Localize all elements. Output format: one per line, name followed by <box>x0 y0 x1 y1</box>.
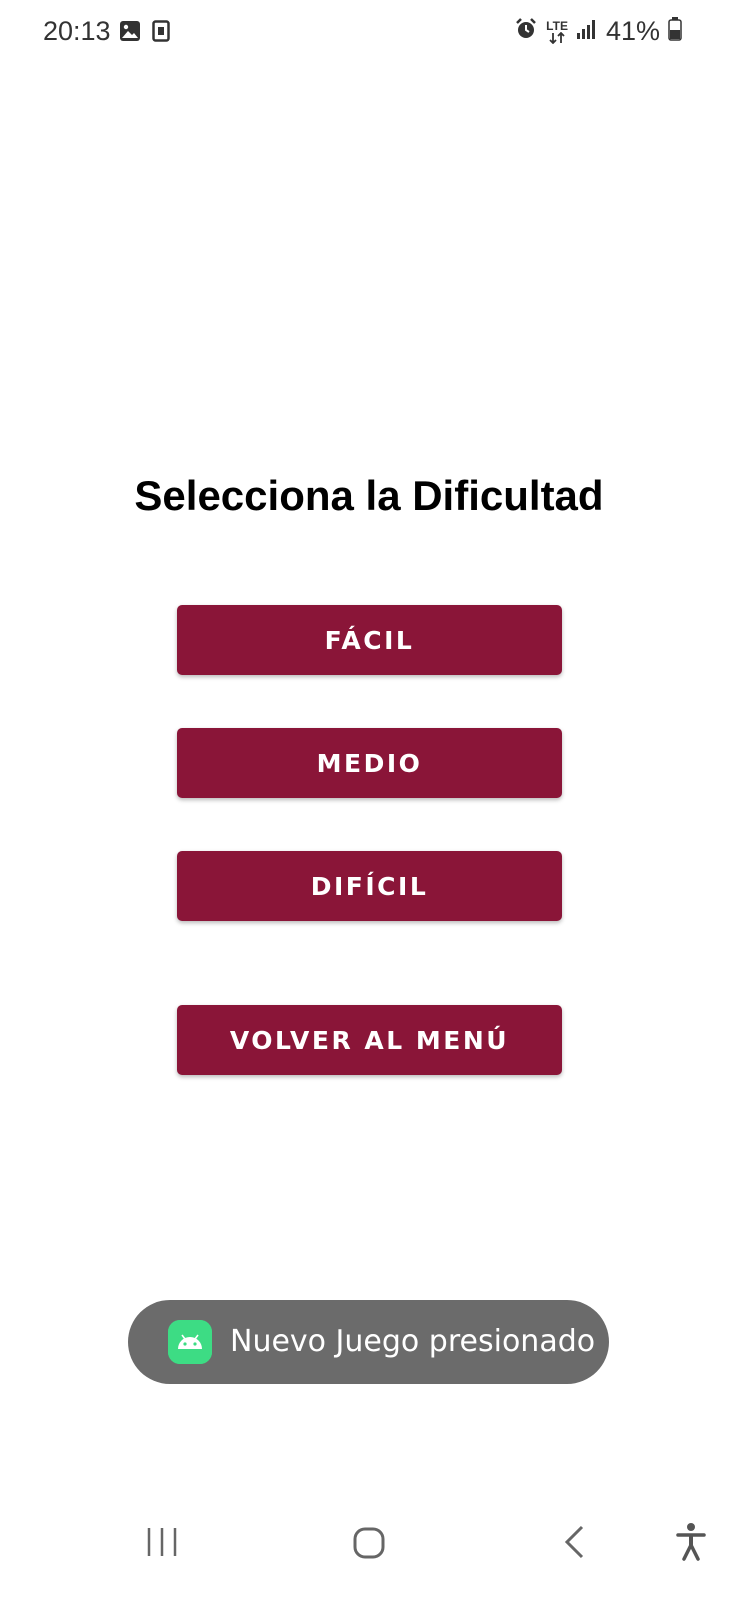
gallery-icon <box>119 20 141 47</box>
battery-icon <box>668 17 682 46</box>
medium-button[interactable]: MEDIO <box>177 728 562 798</box>
signal-icon <box>576 18 598 45</box>
recents-icon[interactable] <box>145 1526 179 1563</box>
screen-title: Selecciona la Dificultad <box>134 472 604 519</box>
back-icon[interactable] <box>562 1524 586 1565</box>
easy-button[interactable]: FÁCIL <box>177 605 562 675</box>
accessibility-icon[interactable] <box>675 1522 707 1567</box>
navigation-bar <box>0 1520 738 1600</box>
lte-label: LTE <box>546 18 568 33</box>
home-icon[interactable] <box>352 1526 386 1565</box>
sim-card-icon <box>152 20 170 47</box>
status-icons: LTE 41% <box>514 16 682 47</box>
lte-icon: LTE <box>546 20 568 44</box>
toast-message: Nuevo Juego presionado <box>230 1324 596 1359</box>
android-app-icon <box>168 1320 212 1364</box>
status-bar: 20:13 LTE 41% <box>0 0 738 66</box>
toast: Nuevo Juego presionado <box>128 1300 609 1384</box>
battery-percentage: 41% <box>605 16 660 46</box>
alarm-icon <box>514 17 538 46</box>
hard-button[interactable]: DIFÍCIL <box>177 851 562 921</box>
status-time: 20:13 <box>43 16 111 46</box>
back-to-menu-button[interactable]: VOLVER AL MENÚ <box>177 1005 562 1075</box>
